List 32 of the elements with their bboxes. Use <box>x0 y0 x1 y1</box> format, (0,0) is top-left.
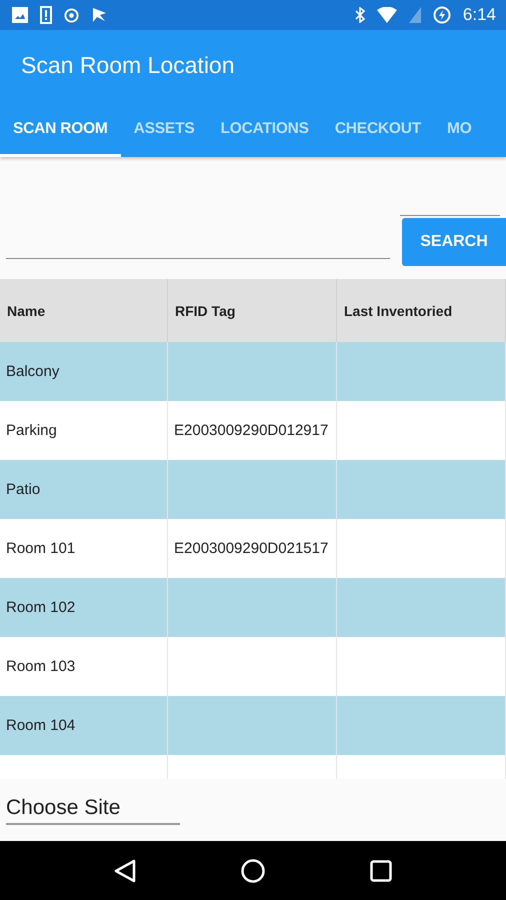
clock-time: 6:14 <box>462 5 496 25</box>
tab[interactable]: SCAN ROOM <box>0 100 121 157</box>
battery-saver-icon <box>432 6 451 24</box>
flag-icon <box>91 7 107 23</box>
table-cell: Room 103 <box>0 637 168 696</box>
alert-icon <box>40 6 52 24</box>
table-cell: Patio <box>0 460 168 519</box>
table-cell: E2003009290D012917 <box>168 401 337 460</box>
tab[interactable]: MO <box>434 100 485 157</box>
table-cell: Room 102 <box>0 578 168 637</box>
column-header: RFID Tag <box>168 279 337 342</box>
tab[interactable]: ASSETS <box>120 100 208 157</box>
recents-icon[interactable] <box>370 860 392 882</box>
back-icon[interactable] <box>114 858 136 882</box>
column-header: Name <box>0 279 168 342</box>
column-header: Last Inventoried <box>337 279 506 342</box>
table-cell: Room 101 <box>0 519 168 578</box>
home-icon[interactable] <box>241 858 265 882</box>
tab[interactable]: CHECKOUT <box>322 100 434 157</box>
image-icon <box>12 7 28 23</box>
tab[interactable]: LOCATIONS <box>207 100 322 157</box>
target-icon <box>64 8 79 22</box>
table-cell: E2003009290D021517 <box>168 519 337 578</box>
site-dropdown[interactable]: Choose Site <box>6 796 180 824</box>
wifi-icon <box>376 7 397 23</box>
signal-icon <box>408 7 421 23</box>
table-cell: Room 104 <box>0 696 168 755</box>
app-title: Scan Room Location <box>21 52 235 78</box>
search-button[interactable]: SEARCH <box>402 218 506 266</box>
table-cell: Parking <box>0 401 168 460</box>
table-cell: Balcony <box>0 342 168 401</box>
bluetooth-icon <box>354 7 365 23</box>
